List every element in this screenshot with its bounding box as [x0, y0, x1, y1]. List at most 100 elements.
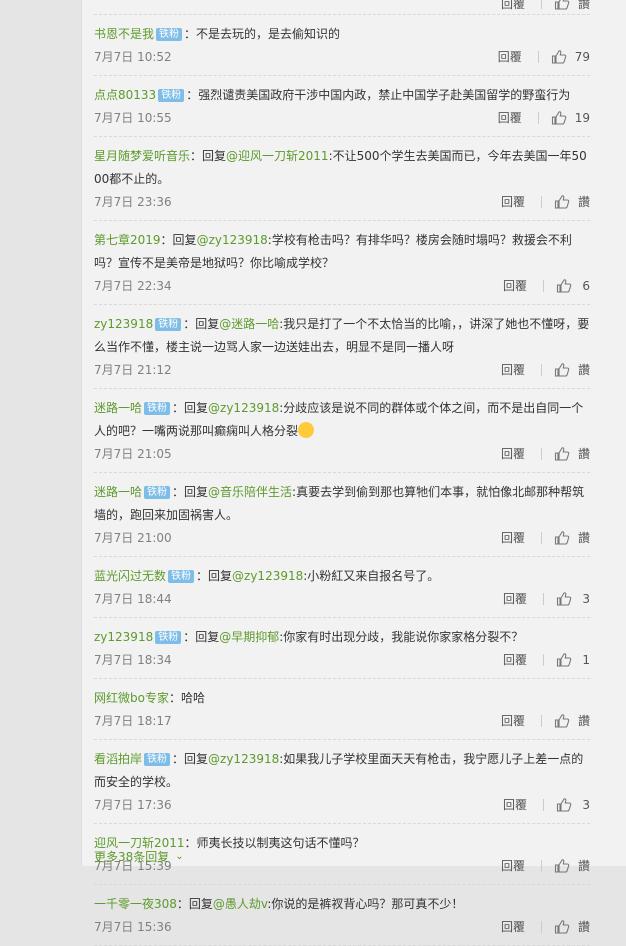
like-count: 1 [582, 653, 590, 667]
divider [537, 51, 539, 63]
comment-username[interactable]: 蓝光闪过无数 [94, 569, 166, 583]
comment-text: 星月随梦爱听音乐：回复@迎风一刀斩2011:不让500个学生去美国而已，今年去美… [94, 145, 590, 191]
reply-button[interactable]: 回覆 [501, 916, 525, 938]
reply-button[interactable]: 回覆 [498, 107, 522, 129]
reply-button[interactable]: 回覆 [498, 46, 522, 68]
comment-item: 看滔拍岸 铁粉 ：回复@zy123918:如果我儿子学校里面天天有枪击，我宁愿儿子上… [94, 740, 590, 824]
comment-text: 迷路一哈 铁粉 ：回复@音乐陪伴生活:真要去学到偷到那也算牠们本事，就怕像北邮那种帮… [94, 481, 590, 527]
like-count: 讚 [577, 714, 590, 728]
comment-username[interactable]: 迷路一哈 [94, 401, 142, 415]
thumbs-up-icon[interactable] [554, 713, 570, 729]
like-count: 19 [574, 111, 590, 125]
thumbs-up-icon[interactable] [554, 0, 570, 11]
reply-button[interactable]: 回覆 [501, 855, 525, 877]
thumbs-up-icon[interactable] [551, 110, 567, 126]
comment-meta: 7月7日 21:00 回覆 讚 [94, 527, 590, 549]
comment-username[interactable]: 星月随梦爱听音乐 [94, 149, 190, 163]
comment-username[interactable]: zy123918 [94, 630, 153, 644]
fan-badge: 铁粉 [155, 631, 182, 644]
reply-button[interactable]: 回覆 [503, 649, 527, 671]
mention-link[interactable]: @zy123918 [232, 569, 303, 583]
mention-link[interactable]: @迎风一刀斩2011 [226, 149, 329, 163]
divider [540, 448, 542, 460]
divider [540, 532, 542, 544]
comment-item: 迷路一哈 铁粉 ：回复@音乐陪伴生活:真要去学到偷到那也算牠们本事，就怕像北邮那种帮… [94, 473, 590, 557]
comment-username[interactable]: 书恩不是我 [94, 27, 154, 41]
comment-text: 一千零一夜308：回复@愚人劫v:你说的是裤衩背心吗？那可真不少！ [94, 893, 590, 916]
fan-badge: 铁粉 [156, 28, 183, 41]
comment-item: zy123918 铁粉 ：回复@早期抑郁:你家有时出现分歧，我能说你家家格分裂不？ 7… [94, 618, 590, 679]
thumbs-up-icon[interactable] [554, 858, 570, 874]
comment-username[interactable]: 看滔拍岸 [94, 752, 142, 766]
comment-time: 7月7日 10:55 [94, 111, 172, 125]
reply-prefix: ：回复 [196, 569, 233, 583]
thumbs-up-icon[interactable] [551, 49, 567, 65]
thumbs-up-icon[interactable] [556, 797, 572, 813]
comment-text: zy123918 铁粉 ：回复@早期抑郁:你家有时出现分歧，我能说你家家格分裂不？ [94, 626, 590, 649]
like-count: 79 [574, 50, 590, 64]
comment-username[interactable]: 网红微bo专家 [94, 691, 169, 705]
comment-time: 7月7日 15:36 [94, 920, 172, 934]
thumbs-up-icon[interactable] [556, 591, 572, 607]
reply-button[interactable]: 回覆 [503, 794, 527, 816]
thumbs-up-icon[interactable] [554, 362, 570, 378]
like-count: 6 [582, 279, 590, 293]
reply-button[interactable]: 回覆 [501, 359, 525, 381]
comment-time: 7月7日 10:52 [94, 50, 172, 64]
comment-text: 看滔拍岸 铁粉 ：回复@zy123918:如果我儿子学校里面天天有枪击，我宁愿儿子上… [94, 748, 590, 794]
reply-prefix: ：回复 [172, 485, 209, 499]
comment-username[interactable]: 迷路一哈 [94, 485, 142, 499]
more-replies-link[interactable]: 更多38条回复 ⌄ [94, 848, 184, 865]
reply-button[interactable]: 回覆 [501, 0, 525, 12]
reply-prefix: ：回复 [190, 149, 227, 163]
divider [543, 593, 544, 605]
like-count: 讚 [577, 447, 590, 461]
thumbs-up-icon[interactable] [554, 530, 570, 546]
divider [537, 112, 539, 124]
mention-link[interactable]: @音乐陪伴生活 [208, 485, 292, 499]
comment-item: zy123918 铁粉 ：回复@迷路一哈:我只是打了一个不太恰当的比喻，，讲深了她也… [94, 305, 590, 389]
comment-username[interactable]: 第七章2019 [94, 233, 161, 247]
comment-username[interactable]: zy123918 [94, 317, 153, 331]
comment-username[interactable]: 点点80133 [94, 88, 156, 102]
mention-link[interactable]: @迷路一哈 [219, 317, 279, 331]
thumbs-up-icon[interactable] [556, 278, 572, 294]
comment-content: :你说的是裤衩背心吗？那可真不少！ [267, 897, 464, 911]
thumbs-up-icon[interactable] [554, 919, 570, 935]
mention-link[interactable]: @早期抑郁 [219, 630, 279, 644]
fan-badge: 铁粉 [144, 753, 171, 766]
comment-text: 蓝光闪过无数 铁粉 ：回复@zy123918:小粉紅又来自报名号了。 [94, 565, 590, 588]
comment-content: ：哈哈 [168, 691, 205, 705]
comment-content: ：师夷长技以制夷这句话不懂吗？ [184, 836, 365, 850]
fan-badge: 铁粉 [158, 89, 185, 102]
thumbs-up-icon[interactable] [554, 194, 570, 210]
laugh-emoji-icon [298, 422, 315, 438]
comment-item: 一千零一夜308：回复@愚人劫v:你说的是裤衩背心吗？那可真不少！ 7月7日 15… [94, 885, 590, 946]
reply-prefix: ：回复 [183, 630, 220, 644]
comment-time: 7月7日 21:00 [94, 531, 172, 545]
comment-text: 点点80133 铁粉 ：强烈谴责美国政府干涉中国内政，禁止中国学子赴美国留学的野蛮行… [94, 84, 590, 107]
thumbs-up-icon[interactable] [554, 446, 570, 462]
divider [540, 364, 542, 376]
comment-content: ：不是去玩的，是去偷知识的 [184, 27, 341, 41]
reply-button[interactable]: 回覆 [503, 275, 527, 297]
like-count: 讚 [577, 363, 590, 377]
comment-meta: 7月7日 21:05 回覆 讚 [94, 443, 590, 465]
divider [543, 799, 544, 811]
mention-link[interactable]: @zy123918 [197, 233, 268, 247]
mention-link[interactable]: @zy123918 [208, 752, 279, 766]
reply-button[interactable]: 回覆 [501, 527, 525, 549]
more-replies-label: 更多38条回复 [94, 850, 170, 864]
reply-button[interactable]: 回覆 [501, 710, 525, 732]
thumbs-up-icon[interactable] [556, 652, 572, 668]
reply-button[interactable]: 回覆 [501, 443, 525, 465]
reply-button[interactable]: 回覆 [503, 588, 527, 610]
comment-item: 迷路一哈 铁粉 ：回复@zy123918:分歧应该是说不同的群体或个体之间，而不是出… [94, 389, 590, 473]
comment-time: 7月7日 21:12 [94, 363, 172, 377]
mention-link[interactable]: @zy123918 [208, 401, 279, 415]
reply-prefix: ：回复 [160, 233, 197, 247]
comment-username[interactable]: 一千零一夜308 [94, 897, 177, 911]
comment-meta: 7月7日 21:12 回覆 讚 [94, 359, 590, 381]
reply-button[interactable]: 回覆 [501, 191, 525, 213]
mention-link[interactable]: @愚人劫v [213, 897, 267, 911]
